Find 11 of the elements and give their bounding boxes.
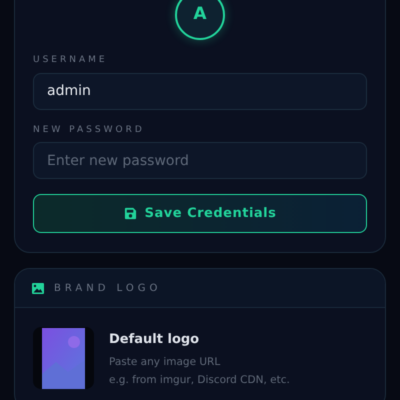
username-field[interactable]: admin — [33, 72, 367, 110]
logo-name: Default logo — [109, 331, 200, 349]
section-title: BRAND LOGO — [54, 282, 162, 296]
hint-text: Paste any image URL — [109, 354, 222, 370]
field-label: USERNAME — [33, 54, 109, 67]
save-button[interactable]: Save Credentials — [33, 194, 367, 233]
hint-text: e.g. from imgur, Discord CDN, etc. — [109, 373, 290, 388]
image-icon — [32, 282, 44, 294]
password-field[interactable]: Enter new password — [33, 142, 367, 179]
field-label: NEW PASSWORD — [33, 124, 146, 136]
avatar: A — [175, 0, 225, 40]
